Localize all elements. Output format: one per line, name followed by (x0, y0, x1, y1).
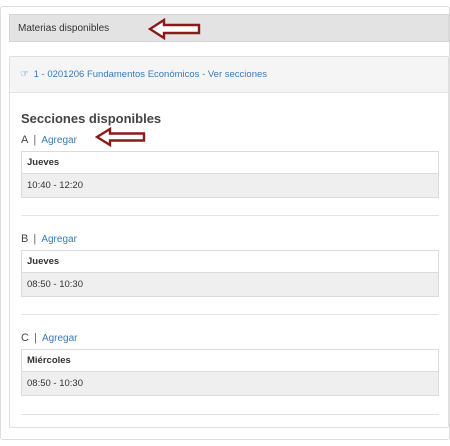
section-letter: A (21, 134, 29, 146)
add-section-c-link[interactable]: Agregar (42, 333, 78, 344)
hand-pointing-right-icon: ☞ (20, 69, 29, 80)
section-divider (21, 414, 439, 415)
section-letter: B (21, 233, 29, 245)
arrow-left-icon (148, 18, 201, 40)
panel-header: Materias disponibles (9, 14, 449, 42)
schedule-time: 08:50 - 10:30 (22, 273, 438, 296)
schedule-time: 08:50 - 10:30 (22, 372, 438, 395)
schedule-table: Miércoles 08:50 - 10:30 (21, 349, 439, 396)
section-divider (21, 215, 439, 216)
schedule-day: Jueves (22, 251, 438, 273)
arrow-left-icon (95, 127, 146, 147)
section-letter: C (21, 332, 29, 344)
schedule-table: Jueves 08:50 - 10:30 (21, 250, 439, 297)
subject-row[interactable]: ☞ 1 - 0201206 Fundamentos Económicos - V… (10, 57, 448, 93)
schedule-table: Jueves 10:40 - 12:20 (21, 151, 439, 198)
section-head: B | Agregar (21, 233, 77, 245)
section-divider (21, 314, 439, 315)
schedule-time: 10:40 - 12:20 (22, 174, 438, 197)
section-b: B | Agregar Jueves 08:50 - 10:30 (21, 231, 439, 297)
section-head: C | Agregar (21, 332, 78, 344)
schedule-day: Miércoles (22, 350, 438, 372)
add-section-b-link[interactable]: Agregar (41, 234, 77, 245)
schedule-day: Jueves (22, 152, 438, 174)
panel-title: Materias disponibles (18, 23, 110, 34)
section-head: A | Agregar (21, 134, 77, 146)
section-a: A | Agregar Jueves 10:40 - 12:20 (21, 132, 439, 198)
subject-link[interactable]: 1 - 0201206 Fundamentos Económicos - Ver… (34, 69, 267, 80)
section-c: C | Agregar Miércoles 08:50 - 10:30 (21, 330, 439, 396)
add-section-a-link[interactable]: Agregar (41, 135, 77, 146)
sections-title: Secciones disponibles (21, 111, 162, 126)
